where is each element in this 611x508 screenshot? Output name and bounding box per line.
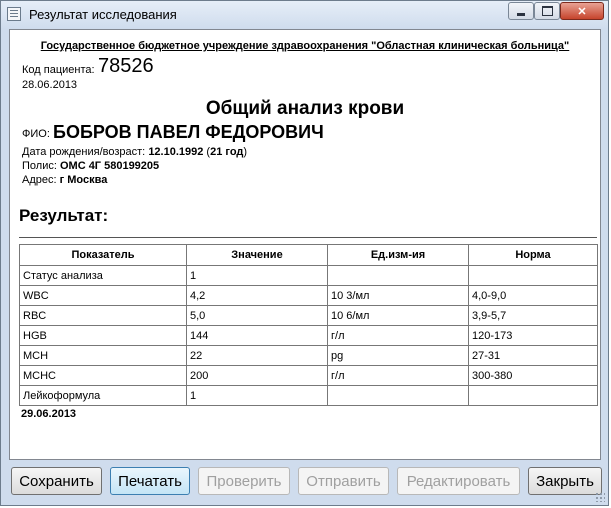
policy-number: ОМС 4Г 580199205 xyxy=(59,160,160,172)
table-cell: 1 xyxy=(187,386,328,406)
table-cell: HGB xyxy=(20,326,187,346)
institution-name: Государственное бюджетное учреждение здр… xyxy=(40,40,570,52)
address-label: Адрес: xyxy=(22,174,57,186)
column-header: Норма xyxy=(469,245,598,266)
table-row: MCHC 200 г/л 300-380 xyxy=(20,366,598,386)
policy-line: Полис: ОМС 4Г 580199205 xyxy=(22,160,159,172)
table-cell: 120-173 xyxy=(469,326,598,346)
birth-line: Дата рождения/возраст: 12.10.1992 (21 го… xyxy=(22,146,247,158)
patient-code: 78526 xyxy=(98,55,154,77)
table-row: WBC 4,2 10 3/мл 4,0-9,0 xyxy=(20,286,598,306)
table-cell xyxy=(469,386,598,406)
table-cell: 300-380 xyxy=(469,366,598,386)
report-panel: Государственное бюджетное учреждение здр… xyxy=(9,29,601,460)
table-cell: 3,9-5,7 xyxy=(469,306,598,326)
analysis-title: Общий анализ крови xyxy=(205,98,405,119)
table-cell: WBC xyxy=(20,286,187,306)
table-row: Статус анализа 1 xyxy=(20,266,598,286)
table-cell: 200 xyxy=(187,366,328,386)
save-button[interactable]: Сохранить xyxy=(11,467,102,495)
close-icon: ✕ xyxy=(577,5,587,18)
send-button[interactable]: Отправить xyxy=(298,467,389,495)
age-close: ) xyxy=(243,146,248,158)
result-heading: Результат: xyxy=(19,206,109,225)
patient-name: БОБРОВ ПАВЕЛ ФЕДОРОВИЧ xyxy=(53,122,324,142)
table-cell: 144 xyxy=(187,326,328,346)
resize-grip[interactable] xyxy=(595,492,605,502)
table-cell xyxy=(328,266,469,286)
minimize-icon xyxy=(517,12,525,16)
result-window: Результат исследования ✕ Государственное… xyxy=(0,0,609,506)
close-window-button[interactable]: ✕ xyxy=(560,2,604,20)
table-row: HGB 144 г/л 120-173 xyxy=(20,326,598,346)
table-cell xyxy=(469,266,598,286)
table-row: RBC 5,0 10 6/мл 3,9-5,7 xyxy=(20,306,598,326)
policy-label: Полис: xyxy=(22,160,57,172)
maximize-icon xyxy=(541,6,553,16)
patient-address: г Москва xyxy=(59,174,108,186)
table-cell: г/л xyxy=(328,326,469,346)
print-button[interactable]: Печатать xyxy=(110,467,190,495)
minimize-button[interactable] xyxy=(508,2,534,20)
table-cell: Лейкоформула xyxy=(20,386,187,406)
maximize-button[interactable] xyxy=(534,2,560,20)
column-header: Ед.изм-ия xyxy=(328,245,469,266)
close-button[interactable]: Закрыть xyxy=(528,467,602,495)
table-cell: pg xyxy=(328,346,469,366)
title-bar[interactable]: Результат исследования ✕ xyxy=(1,1,608,29)
divider xyxy=(19,237,597,238)
results-table: Показатель Значение Ед.изм-ия Норма Стат… xyxy=(19,244,598,406)
table-cell: MCH xyxy=(20,346,187,366)
column-header: Показатель xyxy=(20,245,187,266)
table-cell xyxy=(328,386,469,406)
table-header-row: Показатель Значение Ед.изм-ия Норма xyxy=(20,245,598,266)
table-cell: 10 3/мл xyxy=(328,286,469,306)
table-cell: 5,0 xyxy=(187,306,328,326)
window-title: Результат исследования xyxy=(29,7,177,22)
table-cell: 4,0-9,0 xyxy=(469,286,598,306)
table-cell: 1 xyxy=(187,266,328,286)
birth-label: Дата рождения/возраст: xyxy=(22,146,146,158)
patient-age: 21 год xyxy=(210,146,244,158)
fio-label: ФИО: xyxy=(22,128,50,140)
address-line: Адрес: г Москва xyxy=(22,174,107,186)
report-date: 28.06.2013 xyxy=(22,79,78,91)
result-date: 29.06.2013 xyxy=(21,408,77,420)
table-cell: MCHC xyxy=(20,366,187,386)
check-button[interactable]: Проверить xyxy=(198,467,290,495)
table-cell: 4,2 xyxy=(187,286,328,306)
table-row: MCH 22 pg 27-31 xyxy=(20,346,598,366)
table-row: Лейкоформула 1 xyxy=(20,386,598,406)
patient-code-label: Код пациента: xyxy=(22,64,95,76)
table-cell: 27-31 xyxy=(469,346,598,366)
table-cell: Статус анализа xyxy=(20,266,187,286)
document-icon xyxy=(7,7,21,21)
birth-date: 12.10.1992 xyxy=(148,146,204,158)
table-cell: 22 xyxy=(187,346,328,366)
edit-button[interactable]: Редактировать xyxy=(397,467,520,495)
table-cell: 10 6/мл xyxy=(328,306,469,326)
table-cell: г/л xyxy=(328,366,469,386)
column-header: Значение xyxy=(187,245,328,266)
table-cell: RBC xyxy=(20,306,187,326)
